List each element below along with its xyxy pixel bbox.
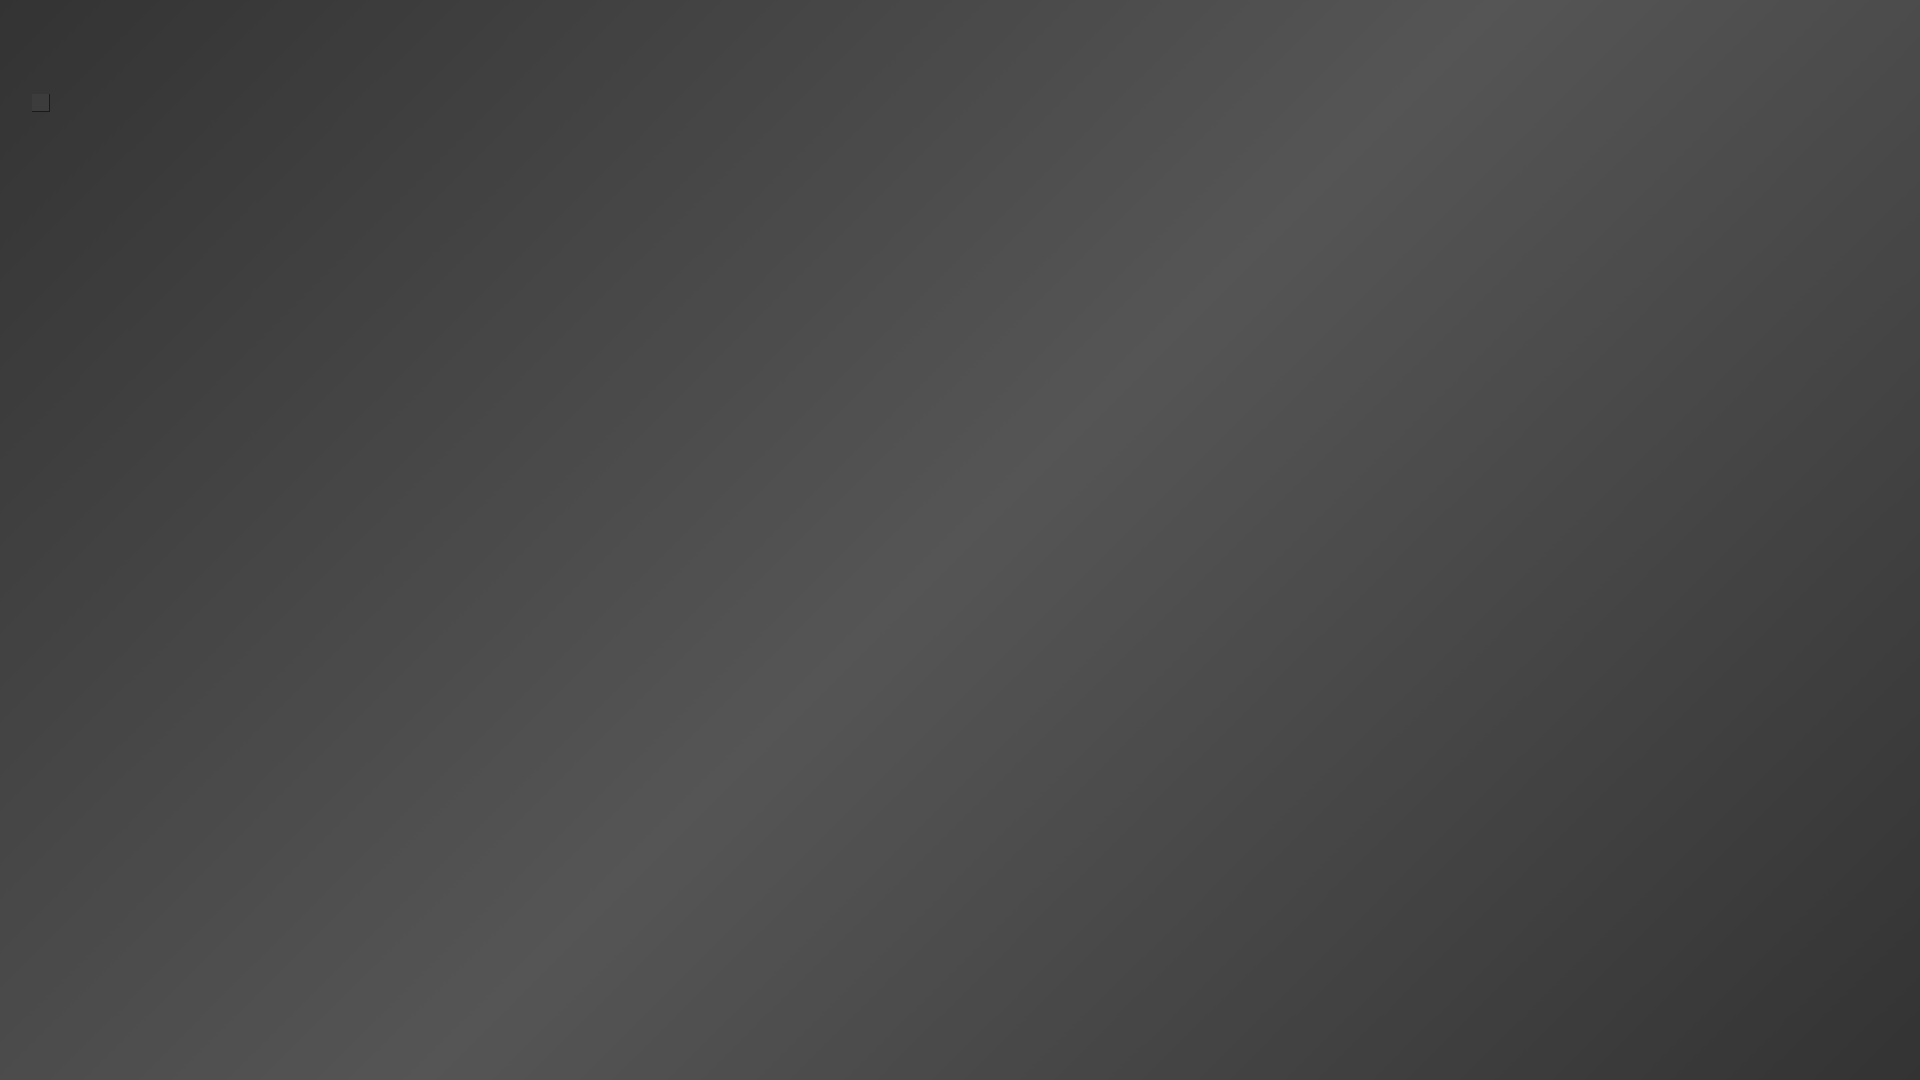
layer-3-mask-thumb (1731, 343, 1767, 379)
layer-item-3[interactable]: 👁 a62f65cc5fb8f61a0b90e66b0425d1be7 (1665, 337, 1920, 385)
ruler-corner (32, 94, 50, 112)
layer-3-thumbnails (1693, 343, 1767, 379)
layers-list: 👁 Ebene 1 👁 (1665, 241, 1920, 1032)
layer-3-mask-bg (1731, 343, 1767, 379)
main-area: ✛ ▭ ⌇ ⊡ ⊞ 🔻 ⊕ ✏ ⊗ ↩ ◻ ▦ ◑ ✒ T ↖ ▭ ✋ 🔍 ⬚ … (0, 94, 1920, 1060)
right-panel: Pfade Farbe (1664, 94, 1920, 1060)
